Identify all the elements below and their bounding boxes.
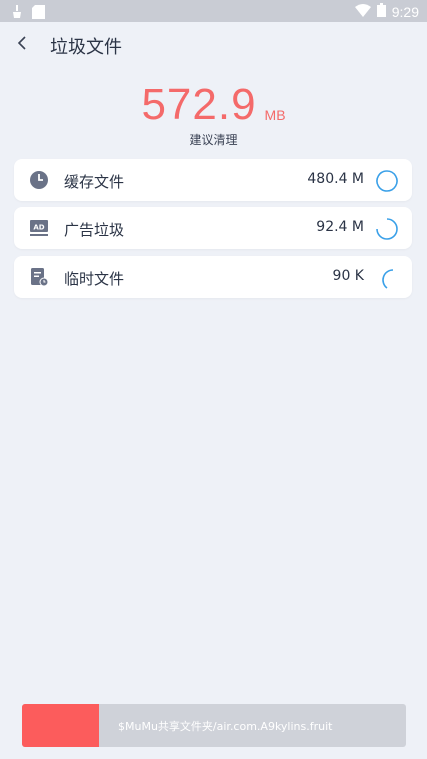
junk-size-value: 572.9 [141, 80, 257, 129]
clock-icon [28, 169, 50, 191]
junk-item-size: 90 K [332, 268, 364, 284]
status-bar-left [12, 4, 45, 23]
chevron-left-icon[interactable] [17, 35, 27, 54]
loading-spinner-icon [375, 266, 399, 290]
wifi-icon [354, 3, 371, 21]
loading-spinner-icon [375, 169, 399, 193]
junk-item-size: 92.4 M [316, 219, 364, 235]
status-time: 9:29 [391, 4, 419, 20]
battery-icon [376, 3, 386, 21]
cleaner-notification-icon [12, 4, 22, 23]
temp-file-icon [28, 266, 50, 288]
loading-spinner-icon [375, 217, 399, 241]
junk-item-label: 临时文件 [64, 270, 125, 288]
svg-text:AD: AD [33, 224, 44, 232]
back-button[interactable] [10, 30, 34, 58]
ad-icon: AD [28, 217, 50, 239]
scan-progress-bar[interactable]: $MuMu共享文件夹/air.com.A9kylins.fruit [22, 704, 406, 747]
app-header: 垃圾文件 [0, 22, 427, 68]
junk-item-ads[interactable]: AD 广告垃圾 92.4 M [14, 207, 412, 249]
status-bar-right: 9:29 [354, 3, 419, 21]
junk-item-temp[interactable]: 临时文件 90 K [14, 256, 412, 298]
junk-size-unit: MB [264, 106, 286, 123]
junk-size-summary: 572.9 MB [0, 80, 427, 130]
junk-item-label: 广告垃圾 [64, 221, 125, 239]
scan-progress-fill [22, 704, 99, 747]
scan-path-text: $MuMu共享文件夹/air.com.A9kylins.fruit [118, 720, 333, 733]
status-bar: 9:29 [0, 0, 427, 22]
junk-item-cache[interactable]: 缓存文件 480.4 M [14, 159, 412, 201]
sd-card-icon [32, 4, 45, 23]
page-title: 垃圾文件 [50, 37, 122, 58]
junk-item-label: 缓存文件 [64, 173, 125, 191]
junk-item-size: 480.4 M [307, 171, 364, 187]
suggestion-text: 建议清理 [189, 133, 238, 147]
